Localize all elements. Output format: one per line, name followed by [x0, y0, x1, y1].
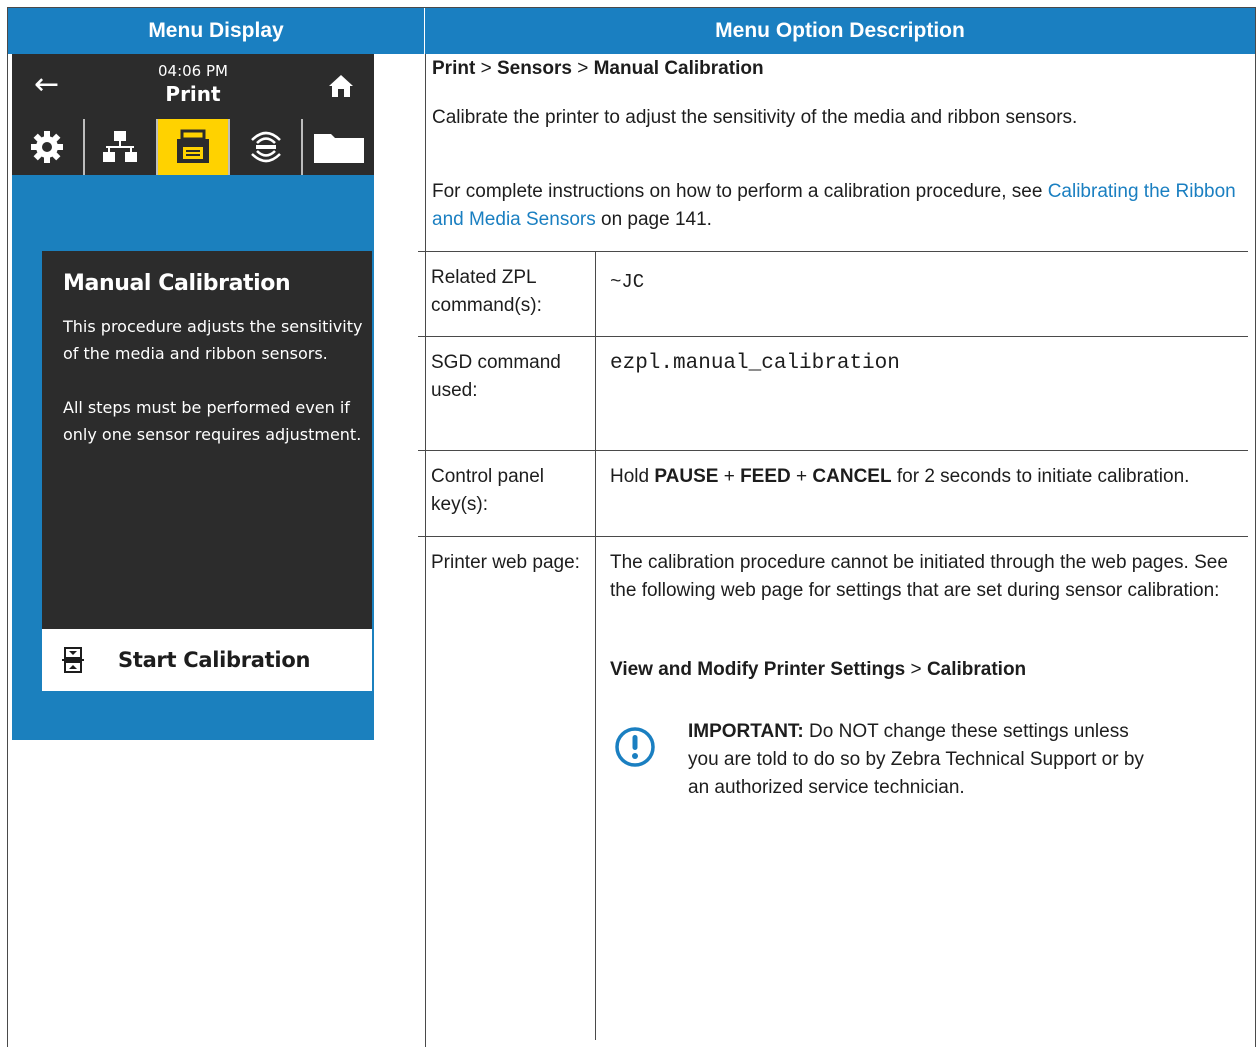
important-label: IMPORTANT:: [688, 721, 804, 742]
path-print: Print: [432, 58, 476, 79]
row-divider: [418, 251, 1248, 252]
dialog-text-1: This procedure adjusts the sensitivity o…: [63, 317, 363, 363]
pause-key: PAUSE: [654, 466, 719, 487]
label-control-panel-keys: Control panel key(s):: [431, 466, 545, 515]
value-sgd-command: ezpl.manual_calibration: [610, 352, 900, 375]
menu-tabs: [12, 119, 374, 175]
screen-titlebar: ← 04:06 PM Print: [12, 54, 374, 119]
clock-time: 04:06 PM: [158, 62, 228, 80]
path-sensors: Sensors: [496, 58, 572, 79]
rfid-icon: [250, 131, 281, 163]
dialog-title: Manual Calibration: [63, 271, 291, 296]
row-divider: [418, 450, 1248, 451]
calibration-dialog: Manual Calibration This procedure adjust…: [42, 251, 372, 629]
start-calibration-label: Start Calibration: [118, 648, 311, 672]
web-settings-path: View and Modify Printer Settings > Calib…: [610, 659, 1027, 680]
label-sgd-command: SGD command used:: [431, 352, 561, 401]
start-calibration-button[interactable]: Start Calibration: [42, 629, 372, 691]
path-sep-1: >: [480, 58, 492, 79]
label-column-divider: [595, 251, 596, 1040]
tab-rfid[interactable]: [230, 119, 304, 175]
row-divider: [418, 336, 1248, 337]
tab-print[interactable]: [157, 119, 231, 175]
dialog-body: This procedure adjusts the sensitivity o…: [63, 313, 363, 475]
home-icon[interactable]: [328, 74, 354, 98]
tab-network[interactable]: [85, 119, 158, 175]
important-icon: [615, 727, 655, 767]
path-manual-calibration: Manual Calibration: [593, 58, 764, 79]
cancel-key: CANCEL: [812, 466, 892, 487]
path-sep-2: >: [577, 58, 589, 79]
header-menu-option-description: Menu Option Description: [425, 8, 1255, 54]
feed-key: FEED: [740, 466, 791, 487]
tab-settings[interactable]: [12, 119, 85, 175]
row-divider: [418, 536, 1248, 537]
value-printer-web-page: The calibration procedure cannot be init…: [610, 552, 1228, 601]
network-icon: [103, 131, 138, 162]
tab-storage[interactable]: [303, 119, 374, 175]
folder-icon: [313, 134, 364, 163]
header-menu-display: Menu Display: [8, 8, 425, 54]
calibration-icon: [62, 647, 84, 673]
label-printer-web-page: Printer web page:: [431, 552, 580, 573]
label-zpl-command: Related ZPL command(s):: [431, 267, 542, 316]
printer-icon: [176, 129, 209, 163]
dialog-text-2: All steps must be performed even if only…: [63, 398, 362, 444]
value-zpl-command: ~JC: [610, 271, 645, 293]
value-control-panel-keys: Hold PAUSE + FEED + CANCEL for 2 seconds…: [610, 466, 1190, 487]
intro-text: Calibrate the printer to adjust the sens…: [432, 107, 1078, 128]
important-note: IMPORTANT: Do NOT change these settings …: [688, 721, 1144, 798]
printer-screen: ← 04:06 PM Print Manual Calibration This…: [12, 54, 374, 740]
screen-title: Print: [165, 82, 221, 106]
instructions-text: For complete instructions on how to perf…: [432, 181, 1236, 230]
column-divider: [425, 54, 426, 1047]
gear-icon: [31, 131, 64, 163]
menu-path: Print > Sensors > Manual Calibration: [432, 58, 764, 80]
